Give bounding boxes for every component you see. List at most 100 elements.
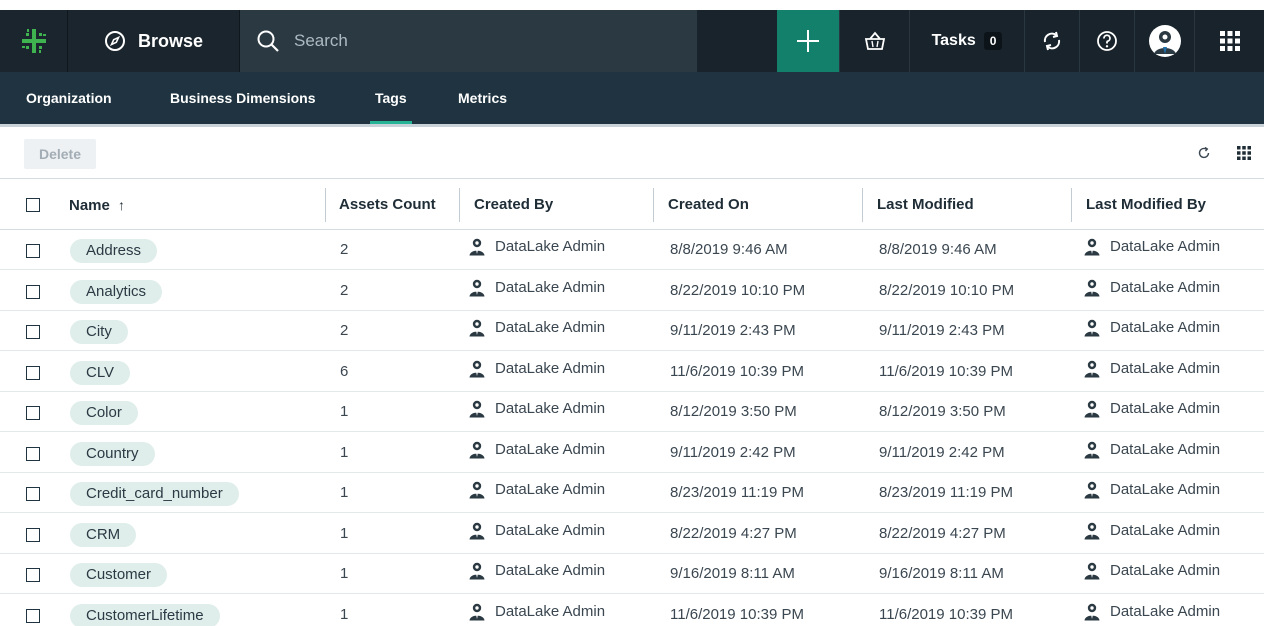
search-box[interactable]: Search <box>240 10 697 72</box>
last-modified-by-cell: DataLake Admin <box>1084 230 1220 264</box>
assets-count-cell: 6 <box>340 362 349 380</box>
table-row[interactable]: CLV 6 DataLake Admin 11/6/2019 10:39 PM … <box>0 352 1264 392</box>
created-on-cell: 9/11/2019 2:42 PM <box>670 443 796 461</box>
help-icon <box>1097 31 1117 51</box>
table-row[interactable]: CRM 1 DataLake Admin 8/22/2019 4:27 PM 8… <box>0 514 1264 554</box>
row-checkbox[interactable] <box>26 608 40 623</box>
created-by-cell: DataLake Admin <box>469 352 605 386</box>
table-row[interactable]: Customer 1 DataLake Admin 9/16/2019 8:11… <box>0 554 1264 594</box>
column-resize-handle[interactable] <box>862 188 863 222</box>
assets-count-cell: 1 <box>340 403 349 420</box>
refresh-icon <box>1198 146 1210 159</box>
tab-metrics[interactable]: Metrics <box>458 72 507 124</box>
user-icon <box>469 238 485 256</box>
tab-organization[interactable]: Organization <box>26 72 112 124</box>
tag-name-pill[interactable]: CRM <box>70 522 137 547</box>
created-on-cell: 8/23/2019 11:19 PM <box>670 484 804 501</box>
tag-name-pill[interactable]: Analytics <box>70 279 163 304</box>
table-row[interactable]: Country 1 DataLake Admin 9/11/2019 2:42 … <box>0 433 1264 473</box>
user-avatar[interactable] <box>1134 10 1194 72</box>
assets-count-cell: 1 <box>340 524 349 542</box>
tag-name-pill[interactable]: Address <box>70 239 158 263</box>
last-modified-cell: 11/6/2019 10:39 PM <box>879 362 1013 380</box>
columns-button[interactable] <box>1232 141 1256 165</box>
user-icon <box>1084 481 1100 499</box>
basket-button[interactable] <box>839 10 909 72</box>
topbar-spacer <box>697 10 777 72</box>
sync-button[interactable] <box>1024 10 1079 72</box>
column-resize-handle[interactable] <box>653 188 654 222</box>
tab-tags[interactable]: Tags <box>370 72 412 124</box>
add-button[interactable] <box>777 10 839 72</box>
column-resize-handle[interactable] <box>325 188 326 222</box>
app-logo-icon <box>21 29 46 53</box>
help-button[interactable] <box>1079 10 1134 72</box>
search-icon <box>257 30 279 52</box>
last-modified-by-name: DataLake Admin <box>1110 319 1221 336</box>
created-by-name: DataLake Admin <box>495 238 606 255</box>
row-checkbox[interactable] <box>26 487 40 501</box>
last-modified-by-name: DataLake Admin <box>1110 238 1221 255</box>
table-row[interactable]: Address 2 DataLake Admin 8/8/2019 9:46 A… <box>0 230 1264 270</box>
browse-button[interactable]: Browse <box>68 10 240 72</box>
user-icon <box>469 481 485 499</box>
row-checkbox[interactable] <box>26 284 40 299</box>
basket-icon <box>864 31 885 50</box>
row-checkbox[interactable] <box>26 244 40 258</box>
column-header-name[interactable]: Name ↑ <box>69 180 125 230</box>
sub-navigation: Organization Business Dimensions Tags Me… <box>0 72 1264 124</box>
last-modified-by-cell: DataLake Admin <box>1084 473 1220 507</box>
tag-name-pill[interactable]: Color <box>70 401 138 425</box>
tag-name-pill[interactable]: CustomerLifetime <box>70 603 220 626</box>
created-by-cell: DataLake Admin <box>469 392 605 426</box>
column-resize-handle[interactable] <box>459 188 460 222</box>
app-launcher-button[interactable] <box>1194 10 1264 72</box>
app-logo[interactable] <box>0 10 68 72</box>
created-by-name: DataLake Admin <box>495 481 606 498</box>
row-checkbox[interactable] <box>26 406 40 420</box>
delete-button[interactable]: Delete <box>24 139 96 169</box>
column-header-last-modified[interactable]: Last Modified <box>877 180 974 230</box>
tag-name-pill[interactable]: Country <box>70 441 155 466</box>
row-checkbox[interactable] <box>26 446 40 461</box>
last-modified-by-cell: DataLake Admin <box>1084 433 1220 467</box>
user-icon <box>1084 603 1100 620</box>
tag-name-pill[interactable]: Credit_card_number <box>70 482 239 506</box>
table-row[interactable]: Color 1 DataLake Admin 8/12/2019 3:50 PM… <box>0 392 1264 432</box>
table-row[interactable]: Credit_card_number 1 DataLake Admin 8/23… <box>0 473 1264 513</box>
select-all-checkbox[interactable] <box>26 198 40 212</box>
user-icon <box>469 279 485 296</box>
table-row[interactable]: CustomerLifetime 1 DataLake Admin 11/6/2… <box>0 595 1264 626</box>
created-by-name: DataLake Admin <box>495 602 606 620</box>
row-checkbox[interactable] <box>26 527 40 542</box>
user-icon <box>469 522 485 539</box>
table-row[interactable]: Analytics 2 DataLake Admin 8/22/2019 10:… <box>0 271 1264 311</box>
last-modified-by-cell: DataLake Admin <box>1084 311 1220 345</box>
column-header-last-modified-by[interactable]: Last Modified By <box>1086 180 1206 230</box>
assets-count-cell: 1 <box>340 565 349 582</box>
column-header-assets-count[interactable]: Assets Count <box>339 180 436 230</box>
table-header: Name ↑ Assets Count Created By Created O… <box>0 180 1264 230</box>
user-avatar-icon <box>1148 25 1181 57</box>
row-checkbox[interactable] <box>26 568 40 582</box>
tag-name-pill[interactable]: CLV <box>70 360 131 385</box>
last-modified-by-name: DataLake Admin <box>1110 481 1221 498</box>
browse-label: Browse <box>138 30 204 51</box>
column-resize-handle[interactable] <box>1071 188 1072 222</box>
user-icon <box>469 360 485 377</box>
tasks-button[interactable]: Tasks 0 <box>909 10 1024 72</box>
user-icon <box>1084 238 1100 256</box>
last-modified-by-name: DataLake Admin <box>1110 440 1221 458</box>
column-header-created-by[interactable]: Created By <box>474 180 553 230</box>
refresh-button[interactable] <box>1192 141 1216 165</box>
last-modified-by-name: DataLake Admin <box>1110 359 1221 377</box>
row-checkbox[interactable] <box>26 325 40 339</box>
tag-name-pill[interactable]: Customer <box>70 563 168 587</box>
column-header-created-on[interactable]: Created On <box>668 180 749 230</box>
user-icon <box>1084 441 1100 458</box>
tag-name-pill[interactable]: City <box>70 320 128 344</box>
user-icon <box>1084 319 1100 337</box>
row-checkbox[interactable] <box>26 365 40 380</box>
tab-business-dimensions[interactable]: Business Dimensions <box>170 72 316 124</box>
table-row[interactable]: City 2 DataLake Admin 9/11/2019 2:43 PM … <box>0 311 1264 351</box>
